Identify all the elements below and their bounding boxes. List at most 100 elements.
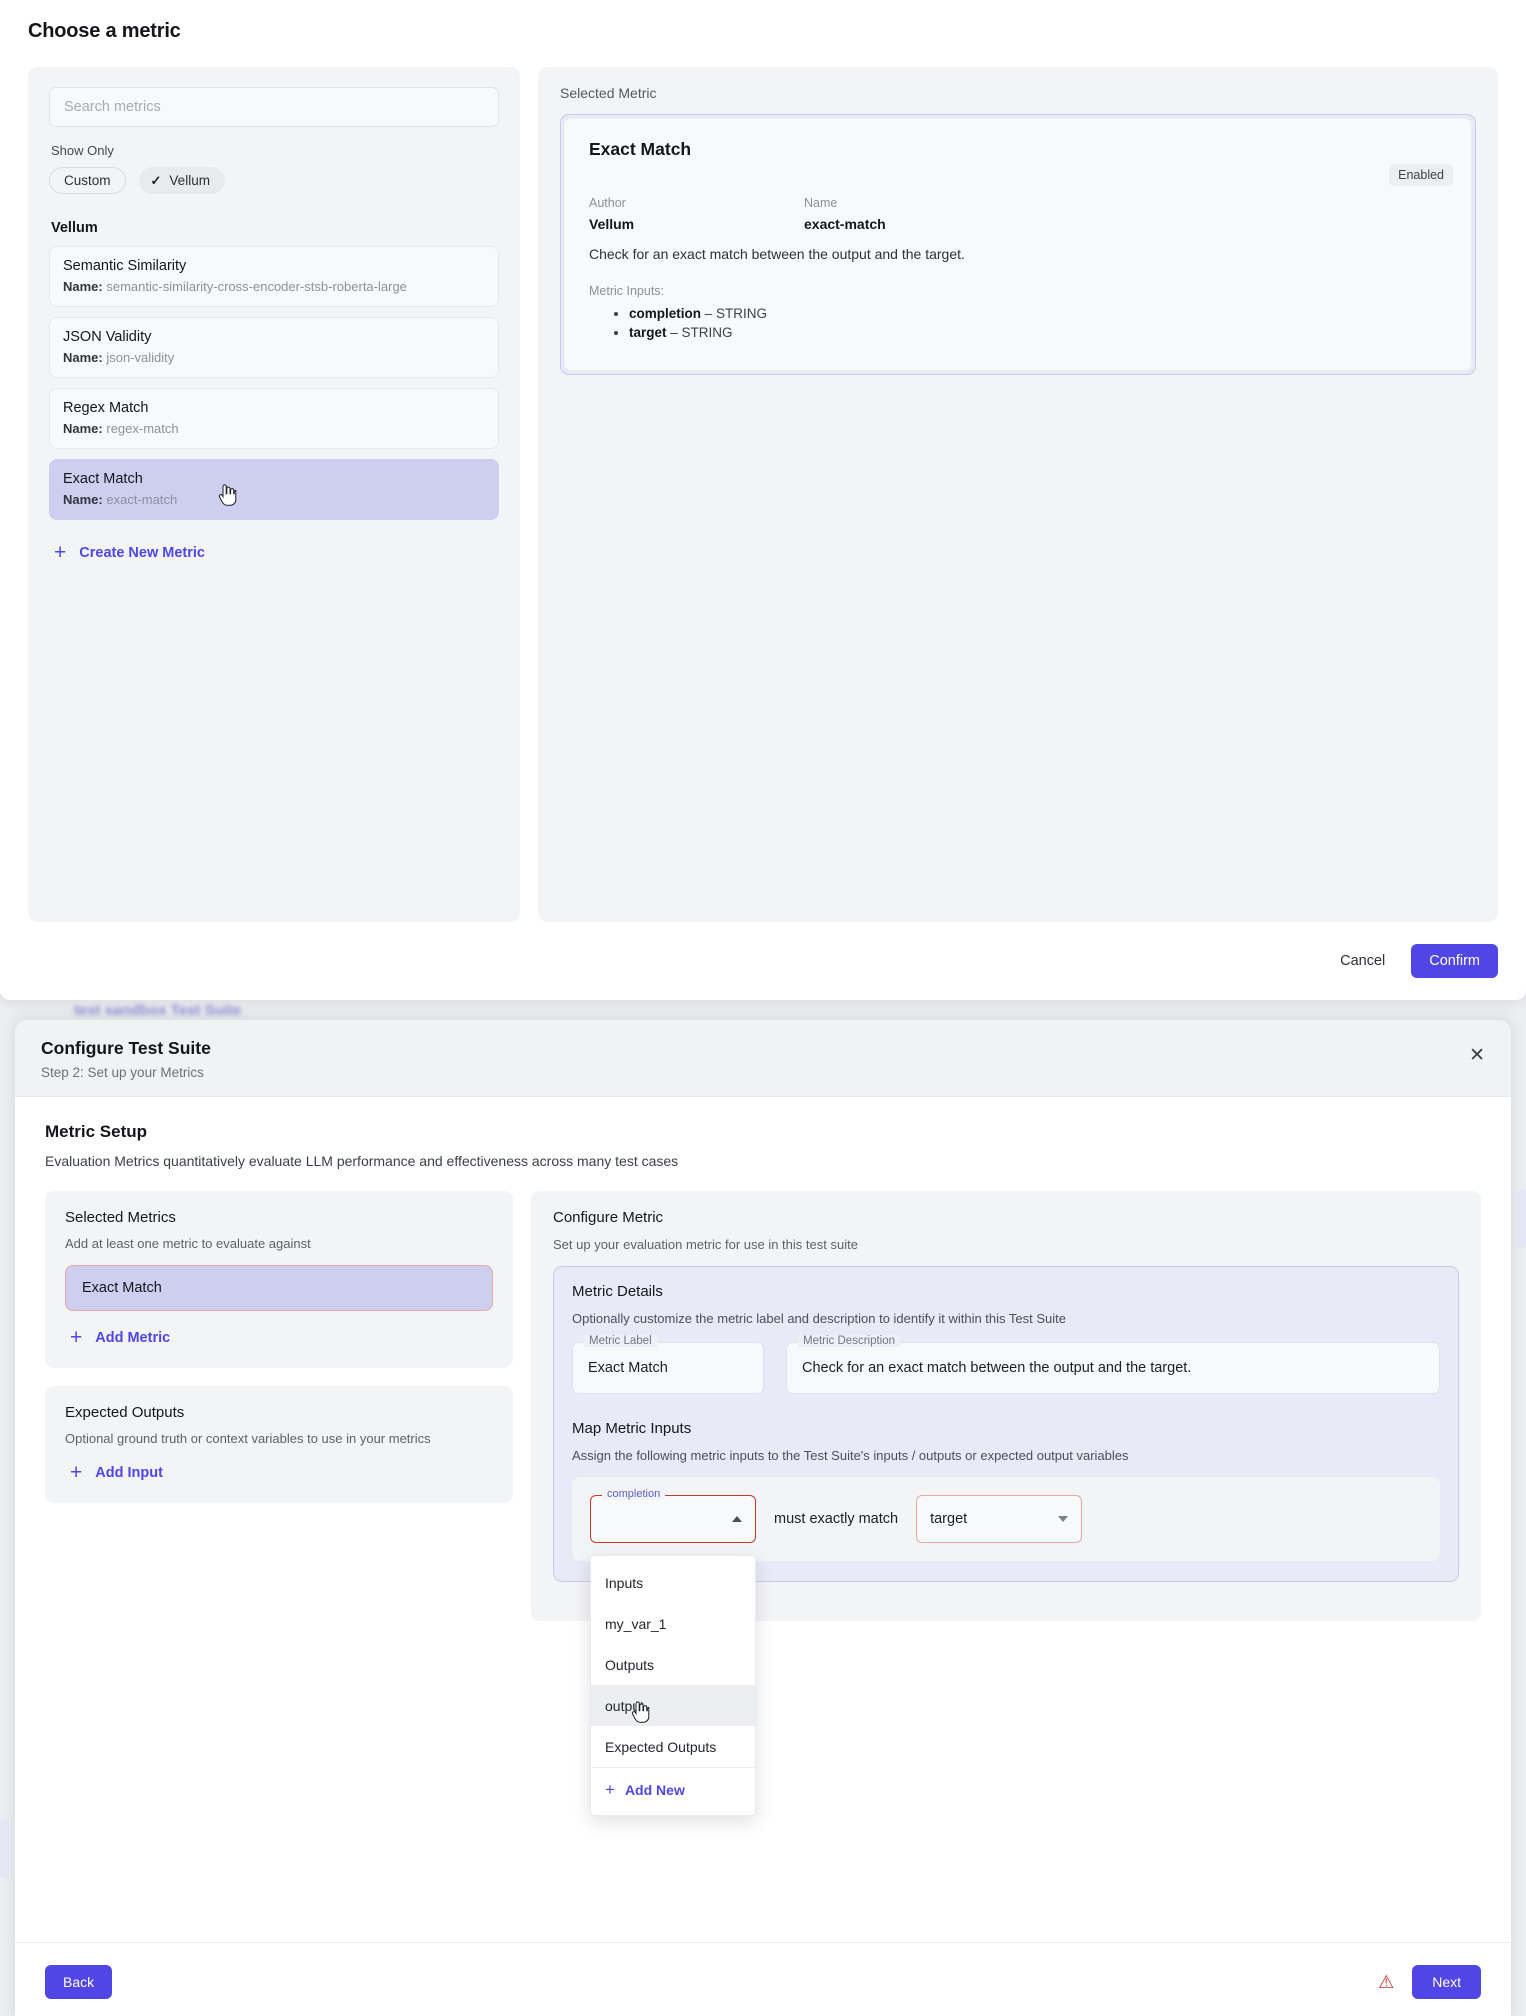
left-column: Selected Metrics Add at least one metric…: [45, 1191, 513, 1621]
dropdown-option-my-var-1[interactable]: my_var_1: [591, 1603, 755, 1644]
must-exactly-match-text: must exactly match: [774, 1511, 899, 1527]
metric-browser-pane: Show Only Custom ✓ Vellum Vellum Semanti…: [28, 67, 520, 922]
author-label: Author: [589, 196, 626, 210]
metric-name-label: Name:: [63, 350, 103, 365]
plus-icon: +: [70, 1461, 83, 1484]
configure-test-suite-footer: Back ⚠ Next: [15, 1942, 1511, 2016]
expected-outputs-title: Expected Outputs: [65, 1404, 185, 1421]
target-select-value: target: [930, 1511, 968, 1527]
dropdown-group-inputs[interactable]: Inputs: [591, 1562, 755, 1603]
completion-select[interactable]: completion: [590, 1488, 756, 1543]
configure-metric-subtitle: Set up your evaluation metric for use in…: [553, 1237, 858, 1252]
add-input-label: Add Input: [95, 1464, 163, 1481]
filter-chip-vellum[interactable]: ✓ Vellum: [138, 167, 225, 194]
metric-description-legend: Metric Description: [798, 1335, 901, 1347]
search-input[interactable]: [49, 87, 499, 127]
metric-title: Regex Match: [63, 400, 149, 416]
selected-metrics-title: Selected Metrics: [65, 1209, 176, 1226]
close-icon[interactable]: ✕: [1469, 1046, 1485, 1065]
metric-setup-heading: Metric Setup: [45, 1122, 148, 1141]
metric-input-type: STRING: [681, 325, 733, 340]
plus-icon: +: [54, 541, 67, 564]
meta-name: Name exact-match: [804, 196, 1019, 232]
check-icon: ✓: [150, 173, 162, 188]
expected-outputs-subtitle: Optional ground truth or context variabl…: [65, 1431, 431, 1446]
add-metric-label: Add Metric: [95, 1329, 171, 1346]
map-metric-inputs-row: completion must exactly match target Inp…: [572, 1477, 1440, 1816]
target-select[interactable]: target: [916, 1495, 1083, 1543]
modal-title: Configure Test Suite: [41, 1038, 211, 1058]
selected-metric-meta: Author Vellum Name exact-match: [589, 196, 1447, 232]
metric-name-value: regex-match: [106, 421, 179, 436]
right-edge-handle[interactable]: [1517, 1190, 1526, 1248]
metric-details-subtitle: Optionally customize the metric label an…: [572, 1311, 1066, 1326]
dropdown-group-expected-outputs[interactable]: Expected Outputs: [591, 1726, 755, 1767]
metric-list-item-json-validity[interactable]: JSON Validity Name: json-validity: [49, 317, 499, 378]
right-column: Configure Metric Set up your evaluation …: [531, 1191, 1481, 1816]
selected-metric-description: Check for an exact match between the out…: [589, 246, 965, 262]
confirm-button[interactable]: Confirm: [1411, 944, 1498, 978]
filter-chip-custom-label: Custom: [64, 173, 111, 188]
configure-metric-panel: Configure Metric Set up your evaluation …: [531, 1191, 1481, 1816]
name-value: exact-match: [804, 216, 886, 232]
dropdown-add-new-button[interactable]: + Add New: [591, 1767, 755, 1811]
author-value: Vellum: [589, 216, 635, 232]
dropdown-item-label: Inputs: [605, 1574, 644, 1591]
filter-chip-custom[interactable]: Custom: [49, 167, 126, 194]
name-label: Name: [804, 196, 838, 210]
page-title: Choose a metric: [28, 20, 181, 42]
metric-input-name: completion: [629, 306, 702, 321]
next-button[interactable]: Next: [1412, 1964, 1481, 1999]
cancel-button[interactable]: Cancel: [1334, 945, 1391, 977]
status-badge: Enabled: [1389, 164, 1453, 186]
metric-setup-description: Evaluation Metrics quantitatively evalua…: [45, 1153, 679, 1169]
metric-name-line: Name: regex-match: [63, 421, 485, 436]
dropdown-group-outputs[interactable]: Outputs: [591, 1644, 755, 1685]
chevron-up-icon: [732, 1516, 742, 1522]
configure-metric-title: Configure Metric: [553, 1209, 664, 1226]
expected-outputs-panel: Expected Outputs Optional ground truth o…: [45, 1386, 513, 1503]
metric-title: Exact Match: [63, 471, 143, 487]
show-only-filter-chips: Custom ✓ Vellum: [49, 167, 499, 194]
create-new-metric-label: Create New Metric: [79, 544, 205, 561]
metric-list-item-semantic-similarity[interactable]: Semantic Similarity Name: semantic-simil…: [49, 246, 499, 307]
metric-list-item-regex-match[interactable]: Regex Match Name: regex-match: [49, 388, 499, 449]
metric-label-value: Exact Match: [588, 1360, 668, 1376]
metric-name-label: Name:: [63, 492, 103, 507]
configure-test-suite-header: Configure Test Suite Step 2: Set up your…: [15, 1020, 1511, 1097]
selected-metrics-panel: Selected Metrics Add at least one metric…: [45, 1191, 513, 1368]
metric-inputs-label: Metric Inputs:: [589, 284, 665, 298]
left-edge-handle[interactable]: [0, 1820, 9, 1878]
dropdown-item-label: Expected Outputs: [605, 1738, 717, 1755]
footer-right-group: ⚠ Next: [1378, 1964, 1481, 1999]
selected-metric-highlight: Exact Match Enabled Author Vellum Name e…: [560, 114, 1476, 375]
selected-metric-chip-label: Exact Match: [82, 1280, 162, 1296]
metric-list-item-exact-match[interactable]: Exact Match Name: exact-match: [49, 459, 499, 520]
filter-chip-vellum-label: Vellum: [169, 173, 210, 188]
selected-metrics-subtitle: Add at least one metric to evaluate agai…: [65, 1236, 311, 1251]
selected-metric-detail-card: Exact Match Enabled Author Vellum Name e…: [564, 118, 1472, 371]
dropdown-option-output[interactable]: output: [591, 1685, 755, 1726]
warning-icon: ⚠: [1378, 1971, 1395, 1992]
metric-title: JSON Validity: [63, 329, 152, 345]
choose-metric-footer: Cancel Confirm: [0, 922, 1526, 978]
metric-description-value: Check for an exact match between the out…: [802, 1360, 1192, 1376]
selected-metric-label: Selected Metric: [560, 85, 657, 101]
add-input-button[interactable]: + Add Input: [70, 1462, 493, 1483]
metric-title: Semantic Similarity: [63, 258, 187, 274]
metric-name-line: Name: json-validity: [63, 350, 485, 365]
metric-details-fields: Metric Label Exact Match Metric Descript…: [572, 1335, 1440, 1394]
selected-metric-pane: Selected Metric Exact Match Enabled Auth…: [538, 67, 1498, 922]
selected-metric-chip-exact-match[interactable]: Exact Match: [65, 1265, 493, 1311]
dropdown-item-label: output: [605, 1697, 644, 1714]
create-new-metric-button[interactable]: + Create New Metric: [54, 542, 499, 563]
add-metric-button[interactable]: + Add Metric: [70, 1327, 493, 1348]
metric-label-field[interactable]: Metric Label Exact Match: [572, 1335, 764, 1394]
metric-details-section: Metric Details Optionally customize the …: [553, 1266, 1459, 1816]
dropdown-add-new-label: Add New: [624, 1781, 685, 1798]
metric-input-type: STRING: [716, 306, 768, 321]
choose-metric-body: Show Only Custom ✓ Vellum Vellum Semanti…: [0, 43, 1526, 922]
metric-description-field[interactable]: Metric Description Check for an exact ma…: [786, 1335, 1440, 1394]
dropdown-item-label: Outputs: [605, 1656, 655, 1673]
back-button[interactable]: Back: [45, 1964, 113, 1999]
